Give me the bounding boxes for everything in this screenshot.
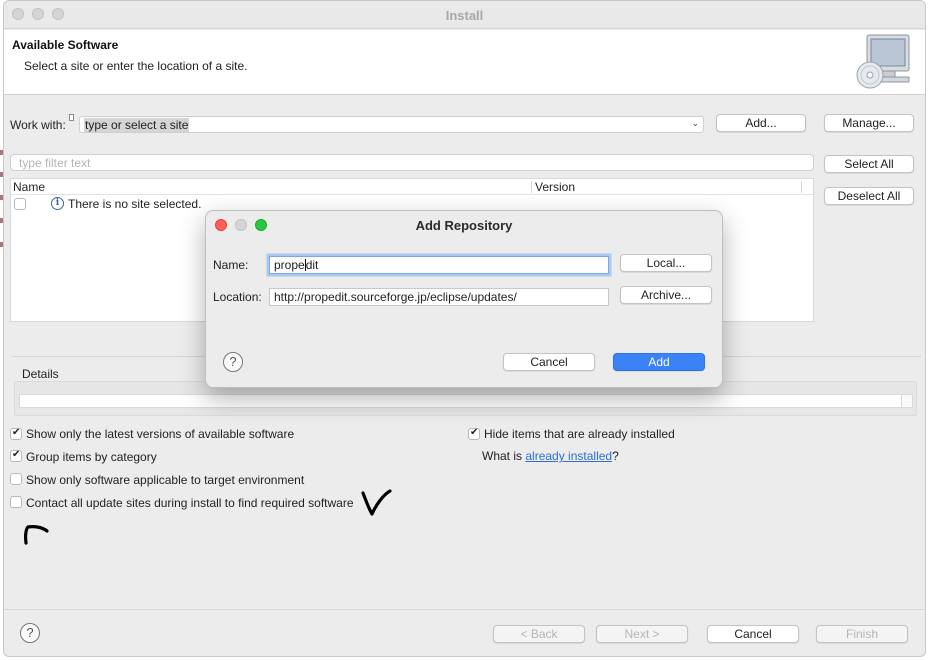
local-button[interactable]: Local... <box>620 254 712 272</box>
window-title: Install <box>445 8 484 23</box>
footer-divider <box>4 609 925 610</box>
location-label: Location: <box>213 290 262 304</box>
column-divider[interactable] <box>801 181 802 193</box>
dialog-add-button[interactable]: Add <box>613 353 705 371</box>
next-button[interactable]: Next > <box>596 625 688 643</box>
work-with-label: Work with: <box>10 118 66 132</box>
contact-update-sites-label: Contact all update sites during install … <box>26 496 354 510</box>
title-bar: Install <box>4 1 925 29</box>
already-installed-link[interactable]: already installed <box>525 449 612 463</box>
latest-versions-label: Show only the latest versions of availab… <box>26 427 295 441</box>
name-text-after-caret: dit <box>305 258 319 272</box>
help-icon[interactable]: ? <box>20 623 40 643</box>
no-site-message: There is no site selected. <box>68 197 202 211</box>
dialog-cancel-button[interactable]: Cancel <box>503 353 595 371</box>
monitor-cd-icon <box>856 34 910 89</box>
column-name-header[interactable]: Name <box>13 180 45 194</box>
what-is-installed-text: What is already installed? <box>482 449 619 463</box>
site-status-icon <box>69 114 74 121</box>
manage-sites-button[interactable]: Manage... <box>824 114 914 132</box>
dialog-title-bar: Add Repository <box>206 211 722 239</box>
location-input[interactable]: http://propedit.sourceforge.jp/eclipse/u… <box>269 288 609 306</box>
what-is-suffix: ? <box>612 449 619 463</box>
back-button[interactable]: < Back <box>493 625 585 643</box>
select-all-button[interactable]: Select All <box>824 155 914 173</box>
group-by-category-label: Group items by category <box>26 450 157 464</box>
column-version-header[interactable]: Version <box>535 180 575 194</box>
name-text-before-caret: prope <box>274 258 305 272</box>
column-divider[interactable] <box>531 181 532 193</box>
filter-input[interactable]: type filter text <box>10 154 814 171</box>
name-input[interactable]: propedit <box>269 256 609 274</box>
details-label: Details <box>22 367 59 381</box>
work-with-value: type or select a site <box>84 118 190 132</box>
page-subtitle: Select a site or enter the location of a… <box>24 59 248 73</box>
background-window-edge <box>0 150 3 260</box>
what-is-prefix: What is <box>482 449 523 463</box>
hide-installed-label: Hide items that are already installed <box>484 427 675 441</box>
handwritten-mark <box>24 525 49 545</box>
archive-button[interactable]: Archive... <box>620 286 712 304</box>
chevron-down-icon[interactable]: ⌄ <box>691 118 699 129</box>
dialog-help-icon[interactable]: ? <box>223 352 243 372</box>
group-by-category-checkbox[interactable] <box>10 449 22 462</box>
deselect-all-button[interactable]: Deselect All <box>824 187 914 205</box>
info-icon: i <box>51 197 64 210</box>
cancel-button[interactable]: Cancel <box>707 625 799 643</box>
row-checkbox[interactable] <box>14 198 26 210</box>
add-repository-dialog: Add Repository Name: propedit Local... L… <box>205 210 723 388</box>
dialog-title: Add Repository <box>415 218 513 233</box>
add-site-button[interactable]: Add... <box>716 114 806 132</box>
details-scrollbar[interactable] <box>901 394 913 408</box>
name-label: Name: <box>213 258 249 272</box>
target-environment-checkbox[interactable] <box>10 473 22 485</box>
filter-placeholder: type filter text <box>19 156 91 170</box>
table-header: Name Version <box>11 179 813 195</box>
work-with-combo[interactable]: type or select a site ⌄ <box>79 116 704 133</box>
target-environment-label: Show only software applicable to target … <box>26 473 305 487</box>
page-header: Available Software Select a site or ente… <box>4 30 925 95</box>
handwritten-checkmark <box>361 489 392 516</box>
finish-button[interactable]: Finish <box>816 625 908 643</box>
latest-versions-checkbox[interactable] <box>10 427 22 440</box>
contact-update-sites-checkbox[interactable] <box>10 496 22 508</box>
hide-installed-checkbox[interactable] <box>468 427 480 440</box>
details-text <box>19 394 902 408</box>
page-title: Available Software <box>12 38 119 52</box>
